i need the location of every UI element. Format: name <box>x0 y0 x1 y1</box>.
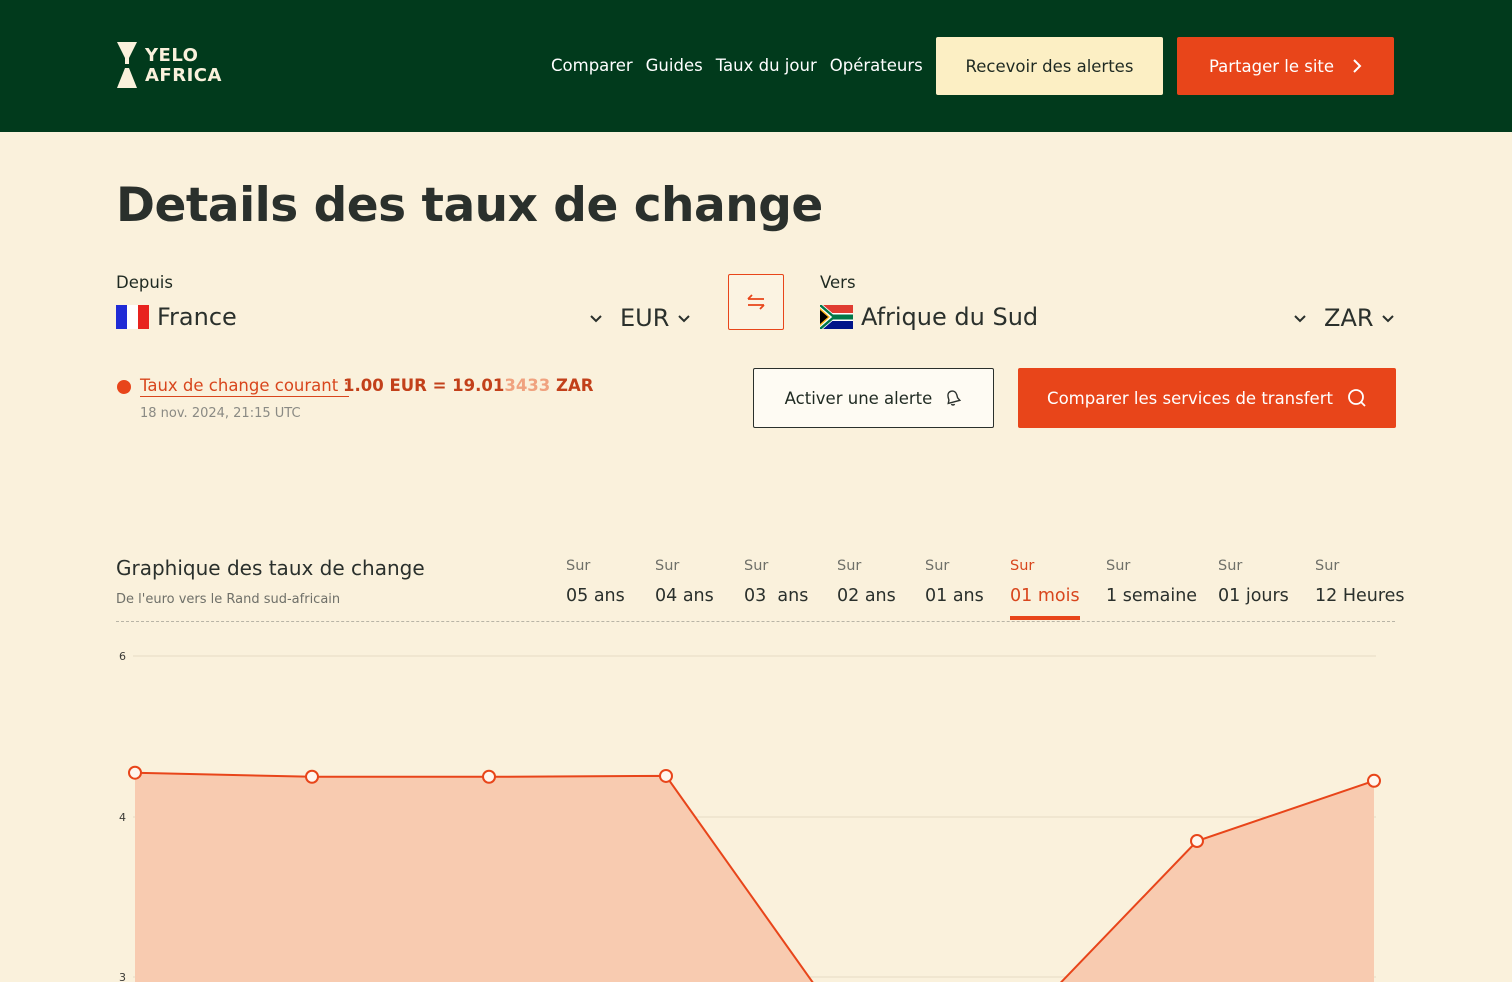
rate-value-decimals: 3433 <box>504 376 551 395</box>
data-point[interactable] <box>1367 773 1381 788</box>
series-area <box>135 772 1374 982</box>
period-prefix: Sur <box>837 558 862 574</box>
share-site-button[interactable]: Partager le site <box>1177 37 1394 95</box>
period-tab-2y[interactable]: Sur 02 ans <box>837 558 896 606</box>
swap-currencies-button[interactable] <box>728 274 784 330</box>
current-rate-link[interactable]: Taux de change courant : <box>140 376 350 397</box>
y-tick-label: 4 <box>119 811 126 824</box>
france-flag-icon <box>116 305 149 329</box>
period-tab-12h[interactable]: Sur 12 Heures <box>1315 558 1405 606</box>
share-site-label: Partager le site <box>1208 56 1335 76</box>
y-tick-label: 3 <box>119 971 126 982</box>
period-prefix: Sur <box>1106 558 1131 574</box>
rate-chart: 6 4 3 <box>119 650 1381 982</box>
nav-taux-du-jour[interactable]: Taux du jour <box>716 56 817 75</box>
from-country-name: France <box>157 303 237 331</box>
data-point[interactable] <box>128 765 142 780</box>
swap-icon <box>747 294 765 310</box>
period-label: 01 ans <box>925 586 984 606</box>
period-label: 02 ans <box>837 586 896 606</box>
data-point[interactable] <box>1190 834 1204 848</box>
nav-guides[interactable]: Guides <box>646 56 703 75</box>
period-tab-1m[interactable]: Sur 01 mois <box>1010 558 1080 620</box>
rate-timestamp: 18 nov. 2024, 21:15 UTC <box>140 406 301 421</box>
rate-value-unit: ZAR <box>550 376 594 395</box>
period-tab-1w[interactable]: Sur 1 semaine <box>1106 558 1197 606</box>
chart-subtitle: De l'euro vers le Rand sud-africain <box>116 592 341 607</box>
logo-line-2: AFRICA <box>145 65 222 86</box>
current-rate-value: 1.00 EUR = 19.013433 ZAR <box>343 376 593 395</box>
period-tab-4y[interactable]: Sur 04 ans <box>655 558 714 606</box>
top-bar: YELO AFRICA Comparer Guides Taux du jour… <box>0 0 1512 132</box>
chevron-right-icon <box>1353 59 1362 73</box>
chevron-down-icon[interactable] <box>1293 314 1307 324</box>
to-country-name: Afrique du Sud <box>861 303 1039 331</box>
period-prefix: Sur <box>1315 558 1340 574</box>
period-tab-1y[interactable]: Sur 01 ans <box>925 558 984 606</box>
to-label: Vers <box>820 273 856 292</box>
y-tick-label: 6 <box>119 650 126 663</box>
chevron-down-icon[interactable] <box>677 314 691 324</box>
period-prefix: Sur <box>744 558 769 574</box>
page-title: Details des taux de change <box>116 178 823 233</box>
compare-services-label: Comparer les services de transfert <box>1047 388 1333 408</box>
period-tab-3y[interactable]: Sur 03 ans <box>744 558 808 606</box>
period-tab-1d[interactable]: Sur 01 jours <box>1218 558 1289 606</box>
main-nav: Comparer Guides Taux du jour Opérateurs <box>551 56 923 75</box>
period-tab-5y[interactable]: Sur 05 ans <box>566 558 625 606</box>
south-africa-flag-icon <box>820 305 853 329</box>
from-country-select[interactable]: France <box>116 303 237 331</box>
period-label: 01 mois <box>1010 586 1080 606</box>
period-prefix: Sur <box>1218 558 1243 574</box>
active-tab-indicator <box>1010 616 1080 620</box>
period-prefix: Sur <box>566 558 591 574</box>
period-label: 01 jours <box>1218 586 1289 606</box>
data-point[interactable] <box>482 769 496 784</box>
search-icon <box>1348 389 1366 407</box>
bell-icon <box>947 390 962 406</box>
from-currency-select[interactable]: EUR <box>620 304 669 332</box>
logo-text: YELO AFRICA <box>145 46 222 86</box>
activate-alert-button[interactable]: Activer une alerte <box>753 368 994 428</box>
period-label: 04 ans <box>655 586 714 606</box>
activate-alert-label: Activer une alerte <box>784 388 933 408</box>
logo-icon <box>117 42 137 88</box>
data-point[interactable] <box>659 768 673 783</box>
logo[interactable]: YELO AFRICA <box>116 42 246 90</box>
chart-title: Graphique des taux de change <box>116 556 425 580</box>
live-indicator-dot <box>117 380 131 394</box>
logo-line-1: YELO <box>145 45 199 66</box>
compare-services-button[interactable]: Comparer les services de transfert <box>1018 368 1396 428</box>
chart-header-divider <box>116 621 1395 622</box>
nav-operateurs[interactable]: Opérateurs <box>830 56 923 75</box>
period-label: 1 semaine <box>1106 586 1198 606</box>
period-label: 05 ans <box>566 586 625 606</box>
to-currency-select[interactable]: ZAR <box>1324 304 1374 332</box>
data-point[interactable] <box>305 769 319 784</box>
rate-value-main: 1.00 EUR = 19.01 <box>343 376 505 395</box>
chevron-down-icon[interactable] <box>1381 314 1395 324</box>
chevron-down-icon[interactable] <box>589 314 603 324</box>
period-prefix: Sur <box>655 558 680 574</box>
period-prefix: Sur <box>925 558 950 574</box>
receive-alerts-button[interactable]: Recevoir des alertes <box>936 37 1163 95</box>
period-label: 03 ans <box>744 586 809 606</box>
period-prefix: Sur <box>1010 558 1035 574</box>
to-country-select[interactable]: Afrique du Sud <box>820 303 1038 331</box>
period-label: 12 Heures <box>1315 586 1405 606</box>
nav-comparer[interactable]: Comparer <box>551 56 633 75</box>
from-label: Depuis <box>116 273 173 292</box>
